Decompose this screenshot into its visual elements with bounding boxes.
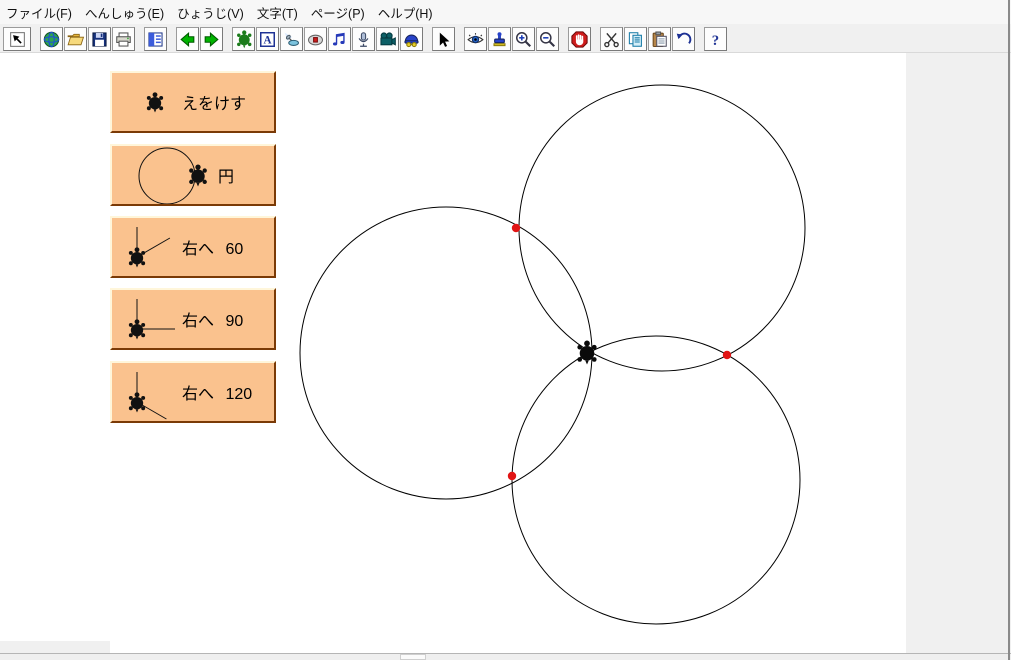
stop-icon [570,30,589,49]
toolbar-group [568,27,592,51]
toolbar-button-lamp[interactable] [280,27,303,51]
helmet-icon [402,30,421,49]
circle-button-label: 円 [218,146,234,204]
new-page-icon [42,30,61,49]
text-icon: A [258,30,277,49]
zoom-in-icon [514,30,533,49]
toolbar-button-helmet[interactable] [400,27,423,51]
toolbar-button-back[interactable] [176,27,199,51]
toolbar-button-push-button[interactable] [304,27,327,51]
right-120-button[interactable]: 右へ 120 [110,361,276,423]
circle-button[interactable]: 円 [110,144,276,206]
paste-icon [650,30,669,49]
toolbar-group: ? [704,27,728,51]
save-icon [90,30,109,49]
erase-button-label: えをけす [182,73,246,131]
drawing-page[interactable] [0,53,906,653]
microphone-icon [354,30,373,49]
toolbar-group: A [232,27,424,51]
cut-icon [602,30,621,49]
right-120-button-label: 右へ 120 [182,363,252,421]
print-icon [114,30,133,49]
music-icon [330,30,349,49]
toolbar-group [144,27,168,51]
toolbar-group [3,27,32,51]
svg-text:A: A [263,34,271,46]
horizontal-scrollbar[interactable] [0,653,1011,660]
toolbar-button-cut[interactable] [600,27,623,51]
toolbar-button-zoom-in[interactable] [512,27,535,51]
menu-edit[interactable]: へんしゅう(E) [85,3,164,22]
right-90-button[interactable]: 右へ 90 [110,288,276,350]
toolbar-button-stop[interactable] [568,27,591,51]
menu-view[interactable]: ひょうじ(V) [177,3,244,22]
right-60-button[interactable]: 右へ 60 [110,216,276,278]
toolbar-button-text[interactable]: A [256,27,279,51]
zoom-out-icon [538,30,557,49]
toolbar-button-pointer-box[interactable] [3,27,31,51]
stamp-icon [490,30,509,49]
select-cursor-icon [434,30,453,49]
toolbar-button-print[interactable] [112,27,135,51]
toolbar: A? [0,24,1011,53]
toolbar-button-microphone[interactable] [352,27,375,51]
toolbar-button-new-page[interactable] [40,27,63,51]
toolbar-group [40,27,136,51]
svg-text:?: ? [712,32,719,48]
menu-text[interactable]: 文字(T) [257,3,298,22]
forward-icon [202,30,221,49]
toolbar-button-eye[interactable] [464,27,487,51]
circle-button-icon [112,146,274,204]
toolbar-button-help[interactable]: ? [704,27,727,51]
toolbar-button-turtle[interactable] [232,27,255,51]
page-layout-icon [146,30,165,49]
toolbar-button-open-folder[interactable] [64,27,87,51]
toolbar-group [600,27,696,51]
toolbar-group [464,27,560,51]
right-60-button-label: 右へ 60 [182,218,243,276]
toolbar-button-stamp[interactable] [488,27,511,51]
undo-icon [674,30,693,49]
toolbar-button-save[interactable] [88,27,111,51]
bottom-notch [0,641,110,653]
push-button-icon [306,30,325,49]
menu-page[interactable]: ページ(P) [311,3,365,22]
toolbar-button-music[interactable] [328,27,351,51]
eye-icon [466,30,485,49]
help-icon: ? [706,30,725,49]
copy-icon [626,30,645,49]
back-icon [178,30,197,49]
toolbar-button-paste[interactable] [648,27,671,51]
menu-help[interactable]: ヘルプ(H) [378,3,433,22]
toolbar-group [176,27,224,51]
toolbar-button-forward[interactable] [200,27,223,51]
toolbar-group [432,27,456,51]
scrollbar-thumb[interactable] [400,654,426,660]
toolbar-button-copy[interactable] [624,27,647,51]
toolbar-button-page-layout[interactable] [144,27,167,51]
pointer-box-icon [8,30,27,49]
erase-button[interactable]: えをけす [110,71,276,133]
lamp-icon [282,30,301,49]
menu-bar: ファイル(F) へんしゅう(E) ひょうじ(V) 文字(T) ページ(P) ヘルプ(H) [0,0,1011,24]
toolbar-button-select-cursor[interactable] [432,27,455,51]
turtle-icon [234,30,253,49]
right-90-button-label: 右へ 90 [182,290,243,348]
movie-camera-icon [378,30,397,49]
window-right-edge [1008,0,1010,660]
toolbar-button-zoom-out[interactable] [536,27,559,51]
menu-file[interactable]: ファイル(F) [6,3,72,22]
toolbar-button-undo[interactable] [672,27,695,51]
toolbar-button-movie-camera[interactable] [376,27,399,51]
open-folder-icon [66,30,85,49]
